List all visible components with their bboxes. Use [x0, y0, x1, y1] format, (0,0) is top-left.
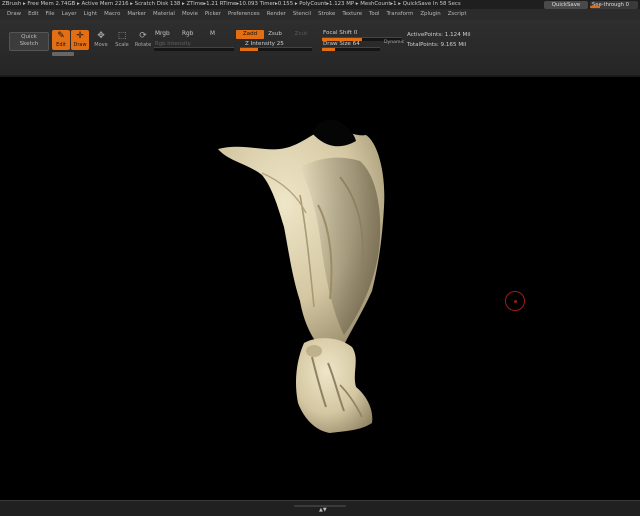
- m-button[interactable]: M: [210, 31, 215, 37]
- menu-picker[interactable]: Picker: [205, 9, 221, 20]
- menu-macro[interactable]: Macro: [104, 9, 120, 20]
- draw-label: Draw: [73, 42, 87, 48]
- move-button[interactable]: ✥ Move: [92, 30, 110, 50]
- menu-edit[interactable]: Edit: [28, 9, 38, 20]
- zcut-button[interactable]: Zcut: [292, 30, 310, 39]
- menu-transform[interactable]: Transform: [387, 9, 414, 20]
- draw-size-fill: [322, 48, 335, 51]
- rotate-icon: ⟳: [139, 31, 147, 41]
- status-text: ZBrush ▸ Free Mem 2.74GB ▸ Active Mem 22…: [2, 1, 461, 7]
- menu-material[interactable]: Material: [153, 9, 175, 20]
- mrgb-button[interactable]: Mrgb: [155, 31, 170, 37]
- quick-sketch-button[interactable]: Quick Sketch: [9, 32, 49, 51]
- total-points: TotalPoints: 9.165 Mil: [407, 42, 467, 48]
- quicksave-button[interactable]: QuickSave: [544, 1, 588, 9]
- see-through-label: See-through 0: [592, 2, 629, 8]
- menu-layer[interactable]: Layer: [62, 9, 77, 20]
- quick-sketch-label-1: Quick: [21, 34, 37, 40]
- brush-cursor-center: [514, 300, 517, 303]
- zadd-button[interactable]: Zadd: [236, 30, 264, 39]
- draw-icon: ✛: [76, 31, 84, 41]
- menu-texture[interactable]: Texture: [342, 9, 362, 20]
- active-points: ActivePoints: 1.124 Mil: [407, 32, 471, 38]
- z-intensity-slider[interactable]: [240, 47, 312, 51]
- draw-button[interactable]: ✛ Draw: [71, 30, 89, 50]
- focal-shift-label: Focal Shift 0: [323, 30, 358, 36]
- menu-file[interactable]: File: [46, 9, 55, 20]
- menu-tool[interactable]: Tool: [369, 9, 379, 20]
- quick-sketch-label-2: Sketch: [19, 41, 39, 47]
- menu-stencil[interactable]: Stencil: [293, 9, 311, 20]
- menu-marker[interactable]: Marker: [127, 9, 146, 20]
- menu-stroke[interactable]: Stroke: [318, 9, 335, 20]
- menu-draw[interactable]: Draw: [7, 9, 21, 20]
- knuckle: [306, 345, 322, 357]
- rotate-label: Rotate: [134, 42, 152, 48]
- menu-zplugin[interactable]: Zplugin: [420, 9, 440, 20]
- edit-label: Edit: [56, 42, 66, 48]
- edit-button[interactable]: ✎ Edit: [52, 30, 70, 50]
- tray-toggle-icon[interactable]: ▲▼: [319, 507, 327, 513]
- rotate-button[interactable]: ⟳ Rotate: [134, 30, 152, 50]
- menu-render[interactable]: Render: [267, 9, 286, 20]
- menu-light[interactable]: Light: [84, 9, 97, 20]
- zsub-button[interactable]: Zsub: [266, 30, 284, 39]
- move-icon: ✥: [97, 31, 105, 41]
- see-through-slider[interactable]: See-through 0: [590, 1, 638, 9]
- canvas-viewport[interactable]: [0, 77, 640, 500]
- scale-button[interactable]: ⬚ Scale: [113, 30, 131, 50]
- scale-icon: ⬚: [117, 31, 127, 41]
- shelf-scroll-handle[interactable]: [52, 52, 74, 56]
- rgb-intensity-track[interactable]: [154, 47, 234, 51]
- menu-bar: Draw Edit File Layer Light Macro Marker Materia…: [0, 9, 640, 20]
- sculpt-model: [218, 119, 385, 433]
- dynamic-toggle[interactable]: Dynamic: [384, 40, 404, 45]
- menu-preferences[interactable]: Preferences: [228, 9, 260, 20]
- menu-zscript[interactable]: Zscript: [448, 9, 467, 20]
- menu-movie[interactable]: Movie: [182, 9, 198, 20]
- z-intensity-fill: [240, 48, 258, 51]
- move-label: Move: [94, 42, 108, 48]
- rgb-button[interactable]: Rgb: [182, 31, 193, 37]
- edit-icon: ✎: [57, 31, 65, 41]
- draw-size-slider[interactable]: [322, 47, 380, 51]
- scale-label: Scale: [115, 42, 129, 48]
